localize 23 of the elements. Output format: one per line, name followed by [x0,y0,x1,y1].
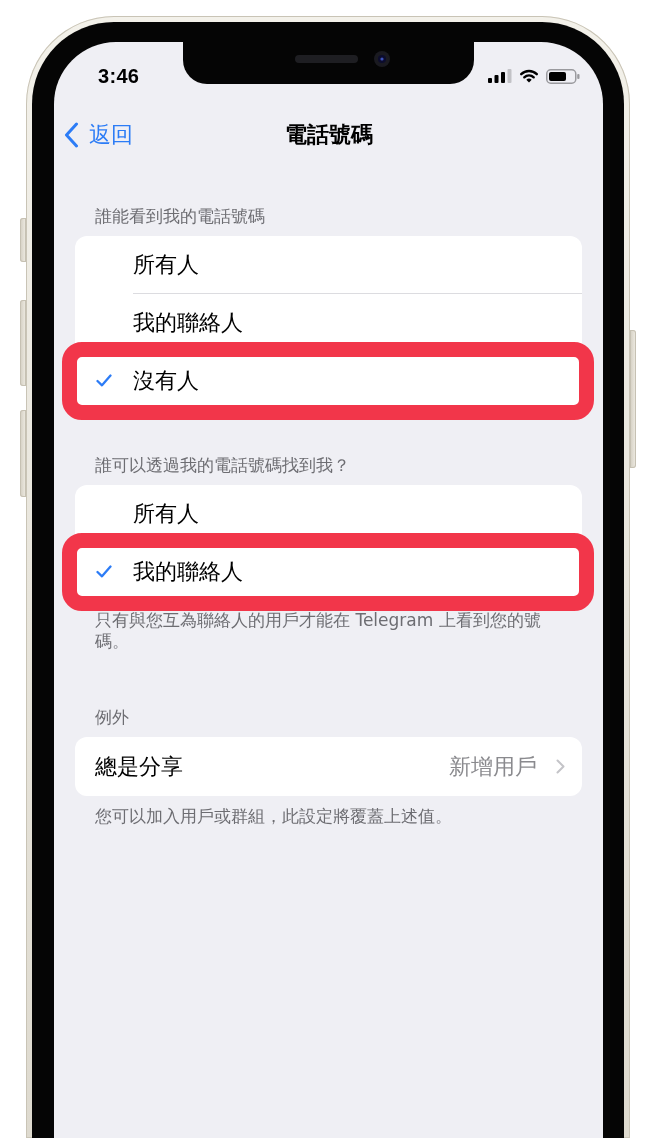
section-header: 誰可以透過我的電話號碼找到我？ [95,454,351,476]
option-item[interactable]: 所有人 [75,485,582,542]
section-header: 誰能看到我的電話號碼 [95,205,266,227]
chevron-left-icon [64,122,79,148]
option-item[interactable]: 我的聯絡人 [75,294,582,351]
phone-side-key [20,218,26,262]
settings-row[interactable]: 總是分享 新增用戶 [75,737,582,796]
option-item[interactable]: 我的聯絡人 [75,543,582,600]
row-value: 新增用戶 [449,752,537,781]
cellular-signal-icon [488,69,512,83]
wifi-icon [519,69,539,83]
camera-icon [374,51,390,67]
speaker-icon [295,55,358,63]
battery-icon [546,68,580,84]
section-header: 例外 [95,706,130,728]
status-time: 3:46 [98,64,140,88]
section-footer: 您可以加入用戶或群組，此設定將覆蓋上述值。 [95,806,553,827]
nav-title: 電話號碼 [284,121,373,149]
chevron-right-icon [556,759,565,774]
back-button[interactable]: 返回 [64,121,133,149]
option-item[interactable]: 沒有人 [75,352,582,409]
section-footer: 只有與您互為聯絡人的用戶才能在 Telegram 上看到您的號碼。 [95,610,553,652]
option-item[interactable]: 所有人 [75,236,582,293]
